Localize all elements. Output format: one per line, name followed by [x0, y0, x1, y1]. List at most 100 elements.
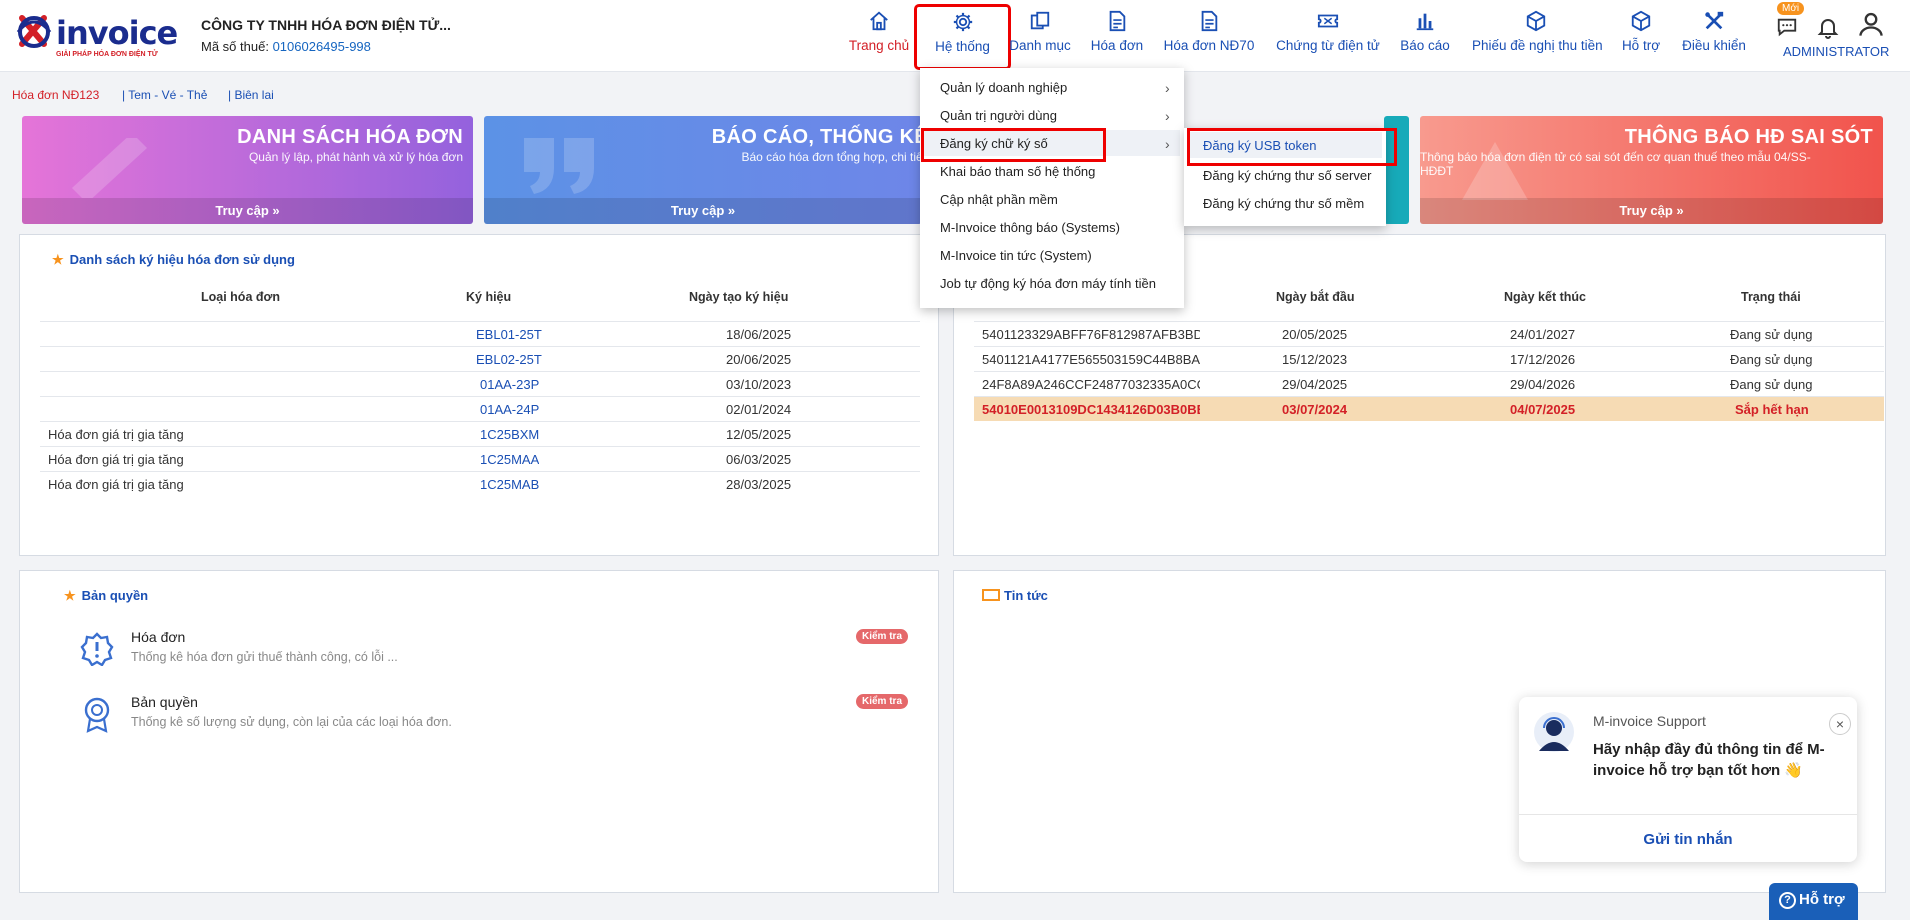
menu-item-update[interactable]: Cập nhật phần mềm	[940, 192, 1058, 207]
chat-icon[interactable]	[1776, 16, 1798, 38]
license-item-title: Bản quyền	[131, 694, 198, 710]
tile-access-link[interactable]: Truy cập »	[22, 198, 473, 224]
cell-date: 18/06/2025	[726, 327, 792, 342]
table-row[interactable]: Hóa đơn giá trị gia tăng 1C25MAB 28/03/202…	[40, 471, 920, 496]
help-button[interactable]: ? Hỗ trợ	[1769, 883, 1858, 920]
license-item-desc: Thống kê hóa đơn gửi thuế thành công, có…	[131, 650, 398, 664]
table-row[interactable]: 24F8A89A246CCF24877032335A0CCI 29/04/2025…	[974, 371, 1884, 396]
star-icon: ★	[52, 252, 64, 267]
menu-item-news[interactable]: M-Invoice tin tức (System)	[940, 248, 1092, 263]
user-icon[interactable]	[1857, 10, 1885, 38]
home-icon	[870, 11, 888, 31]
cell-symbol[interactable]: 01AA-24P	[480, 402, 539, 417]
nav-system-label: Hệ thống	[935, 39, 990, 54]
tile-error-notice[interactable]: THÔNG BÁO HĐ SAI SÓT Thông báo hóa đơn đ…	[1420, 116, 1883, 224]
star-icon: ★	[64, 588, 76, 603]
table-row-expiring[interactable]: 54010E0013109DC1434126D03B0BB 03/07/2024 0…	[974, 396, 1884, 421]
top-header: invoice GIẢI PHÁP HÓA ĐƠN ĐIỆN TỬ CÔNG T…	[0, 0, 1910, 72]
tile-invoice-list[interactable]: DANH SÁCH HÓA ĐƠN Quản lý lập, phát hành…	[22, 116, 473, 224]
chevron-right-icon: ›	[1165, 136, 1170, 152]
table-row[interactable]: 01AA-23P 03/10/2023	[40, 371, 920, 396]
nav-system[interactable]: Hệ thống	[914, 4, 1011, 70]
tile-desc: Quản lý lập, phát hành và xử lý hóa đơn	[248, 150, 463, 164]
table-row[interactable]: 01AA-24P 02/01/2024	[40, 396, 920, 421]
check-badge-button[interactable]: Kiểm tra	[856, 694, 909, 709]
support-agent-icon	[1534, 712, 1574, 752]
table-row[interactable]: EBL02-25T 20/06/2025	[40, 346, 920, 371]
cell-symbol[interactable]: 01AA-23P	[480, 377, 539, 392]
cell-type: Hóa đơn giá trị gia tăng	[48, 452, 184, 467]
license-panel-title: ★ Bản quyền	[64, 588, 148, 604]
cell-symbol[interactable]: 1C25MAB	[480, 477, 539, 492]
menu-item-auto-sign-job[interactable]: Job tự động ký hóa đơn máy tính tiền	[940, 276, 1156, 291]
subnav-tem-ve-the[interactable]: | Tem - Vé - Thẻ	[122, 88, 207, 102]
nav-payment-request[interactable]: Phiếu đề nghị thu tiền	[1472, 10, 1603, 62]
table-row[interactable]: 5401123329ABFF76F812987AFB3BDD 20/05/2025…	[974, 321, 1884, 346]
tile-reports[interactable]: BÁO CÁO, THỐNG KÊ Báo cáo hóa đơn tổng h…	[484, 116, 922, 224]
cell-symbol[interactable]: EBL02-25T	[476, 352, 542, 367]
license-title-text: Bản quyền	[81, 588, 149, 603]
submenu-item-server-cert[interactable]: Đăng ký chứng thư số server	[1203, 168, 1371, 183]
cell-status: Đang sử dụng	[1730, 352, 1813, 367]
table-row[interactable]: Hóa đơn giá trị gia tăng 1C25MAA 06/03/202…	[40, 446, 920, 471]
menu-item-system-params[interactable]: Khai báo tham số hệ thống	[940, 164, 1095, 179]
cell-start: 29/04/2025	[1282, 377, 1348, 392]
table-row[interactable]: 5401121A4177E565503159C44B8BAF 15/12/2023…	[974, 346, 1884, 371]
cell-serial: 54010E0013109DC1434126D03B0BB	[982, 402, 1200, 417]
cell-type: Hóa đơn giá trị gia tăng	[48, 427, 184, 442]
tile-access-label: Truy cập	[670, 203, 725, 218]
tile-access-link[interactable]: Truy cập »	[484, 198, 922, 224]
nav-e-documents[interactable]: Chứng từ điện tử	[1273, 10, 1383, 62]
table-row[interactable]: EBL01-25T 18/06/2025	[40, 321, 920, 346]
invoice-nd70-icon	[1201, 10, 1218, 32]
nav-invoice[interactable]: Hóa đơn	[1086, 10, 1148, 62]
nav-home[interactable]: Trang chủ	[846, 10, 912, 62]
nav-reports[interactable]: Báo cáo	[1397, 10, 1453, 62]
menu-item-users[interactable]: Quản trị người dùng ›	[940, 108, 1180, 124]
minvoice-logo[interactable]: invoice GIẢI PHÁP HÓA ĐƠN ĐIỆN TỬ	[14, 10, 178, 58]
cell-end: 04/07/2025	[1510, 402, 1576, 417]
cell-serial: 5401121A4177E565503159C44B8BAF	[982, 352, 1200, 367]
send-message-button[interactable]: Gửi tin nhắn	[1519, 831, 1857, 848]
tax-label: Mã số thuế:	[201, 39, 269, 54]
nav-invoice-nd70[interactable]: Hóa đơn NĐ70	[1160, 10, 1258, 62]
cell-status: Đang sử dụng	[1730, 377, 1813, 392]
submenu-item-soft-cert[interactable]: Đăng ký chứng thư số mềm	[1203, 196, 1364, 211]
chat-sender: M-invoice Support	[1593, 713, 1706, 729]
nav-catalog[interactable]: Danh mục	[1008, 10, 1072, 62]
nav-support[interactable]: Hỗ trợ	[1620, 10, 1662, 62]
bell-icon[interactable]	[1816, 16, 1840, 40]
user-name[interactable]: ADMINISTRATOR	[1783, 44, 1889, 59]
cell-date: 12/05/2025	[726, 427, 792, 442]
menu-item-notifications[interactable]: M-Invoice thông báo (Systems)	[940, 220, 1120, 235]
check-badge-button[interactable]: Kiểm tra	[856, 629, 909, 644]
nav-payment-request-label: Phiếu đề nghị thu tiền	[1472, 38, 1603, 53]
subnav-nd123[interactable]: Hóa đơn NĐ123	[12, 88, 99, 102]
ticket-icon	[1317, 14, 1339, 28]
company-name: CÔNG TY TNHH HÓA ĐƠN ĐIỆN TỬ...	[201, 17, 451, 33]
cell-status: Sắp hết hạn	[1735, 402, 1809, 417]
cell-symbol[interactable]: 1C25MAA	[480, 452, 539, 467]
close-icon[interactable]: ×	[1829, 713, 1851, 735]
nav-control[interactable]: Điều khiển	[1682, 10, 1746, 62]
tile-title: DANH SÁCH HÓA ĐƠN	[237, 126, 463, 148]
subnav-bien-lai[interactable]: | Biên lai	[228, 88, 274, 102]
cell-date: 02/01/2024	[726, 402, 792, 417]
cell-end: 24/01/2027	[1510, 327, 1576, 342]
table-row[interactable]: Hóa đơn giá trị gia tăng 1C25BXM 12/05/202…	[40, 421, 920, 446]
cell-date: 06/03/2025	[726, 452, 792, 467]
chat-message: Hãy nhập đầy đủ thông tin để M-invoice h…	[1593, 741, 1825, 779]
logo-tagline: GIẢI PHÁP HÓA ĐƠN ĐIỆN TỬ	[56, 51, 158, 58]
cell-symbol[interactable]: 1C25BXM	[480, 427, 539, 442]
cube-icon	[1631, 10, 1651, 32]
cell-status: Đang sử dụng	[1730, 327, 1813, 342]
chevron-right-icon: ›	[1165, 108, 1170, 124]
cell-symbol[interactable]: EBL01-25T	[476, 327, 542, 342]
symbols-panel-title: ★ Danh sách ký hiệu hóa đơn sử dụng	[52, 252, 295, 268]
menu-item-company[interactable]: Quản lý doanh nghiệp ›	[940, 80, 1180, 96]
symbols-title-text: Danh sách ký hiệu hóa đơn sử dụng	[69, 252, 295, 267]
license-panel: ★ Bản quyền Hóa đơn Thống kê hóa đơn gửi …	[19, 570, 939, 893]
tile-access-link[interactable]: Truy cập »	[1420, 198, 1883, 224]
tile-desc: Thông báo hóa đơn điện tử có sai sót đến…	[1420, 150, 1811, 178]
tile-access-label: Truy cập	[1619, 203, 1673, 218]
